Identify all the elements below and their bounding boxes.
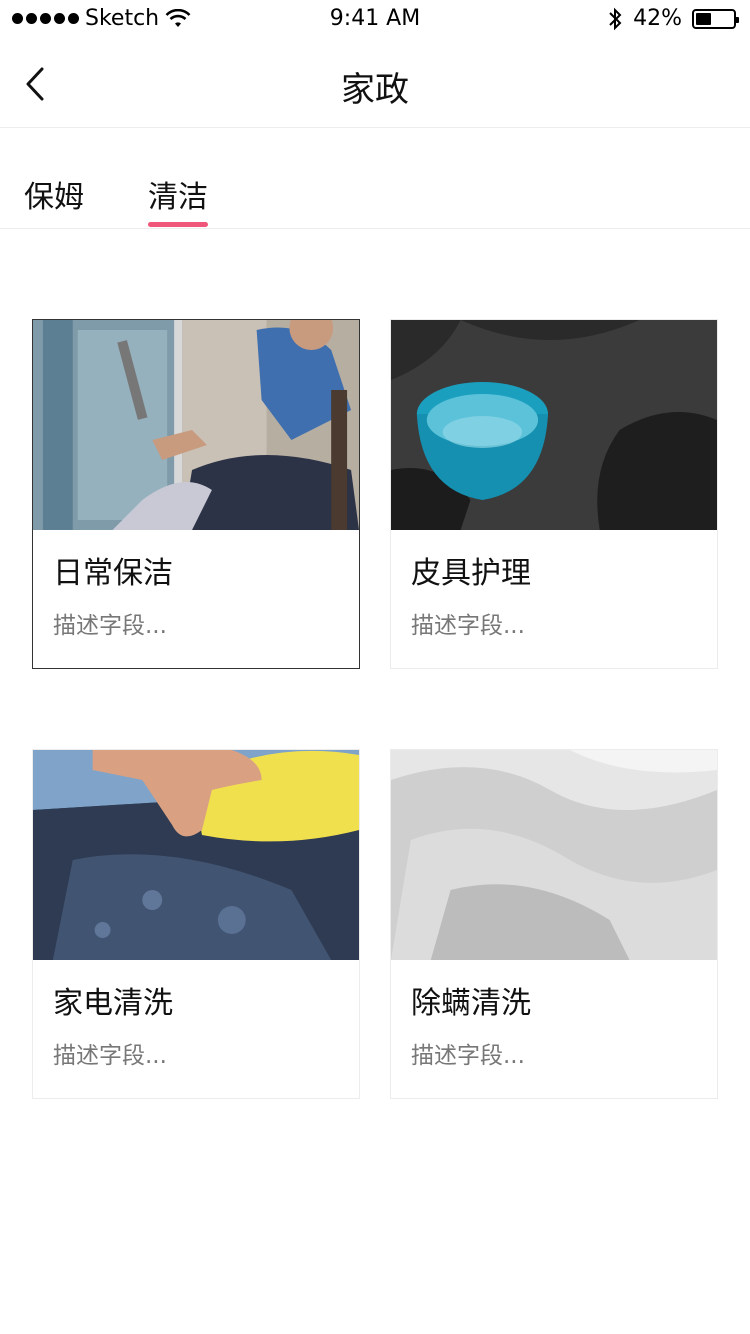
tab-bar: 保姆 清洁	[0, 128, 750, 229]
leather-sofa-bowl-photo	[391, 320, 717, 530]
card-title: 皮具护理	[411, 556, 531, 591]
sponge-wiping-photo	[33, 750, 359, 960]
white-bedding-photo	[391, 750, 717, 960]
battery-percent: 42%	[633, 6, 682, 31]
battery-icon	[692, 8, 739, 29]
service-card-mite-removal[interactable]: 除螨清洗 描述字段...	[390, 749, 718, 1099]
active-tab-indicator	[148, 222, 208, 227]
navigation-bar: 家政	[0, 40, 750, 128]
card-title: 家电清洗	[53, 986, 173, 1021]
bluetooth-icon	[609, 7, 622, 30]
tab-nanny[interactable]: 保姆	[24, 172, 84, 216]
card-title: 除螨清洗	[411, 986, 531, 1021]
page-title: 家政	[341, 70, 409, 110]
card-description: 描述字段...	[53, 613, 167, 639]
window-cleaning-photo	[33, 320, 359, 530]
card-description: 描述字段...	[411, 1043, 525, 1069]
card-description: 描述字段...	[53, 1043, 167, 1069]
battery-level	[696, 12, 711, 25]
status-bar: Sketch 9:41 AM 42%	[0, 0, 750, 40]
card-title: 日常保洁	[53, 556, 173, 591]
service-card-daily-cleaning[interactable]: 日常保洁 描述字段...	[32, 319, 360, 669]
service-card-leather-care[interactable]: 皮具护理 描述字段...	[390, 319, 718, 669]
service-card-appliance-cleaning[interactable]: 家电清洗 描述字段...	[32, 749, 360, 1099]
tab-cleaning[interactable]: 清洁	[148, 172, 208, 216]
card-description: 描述字段...	[411, 613, 525, 639]
status-right: 42%	[607, 6, 739, 31]
